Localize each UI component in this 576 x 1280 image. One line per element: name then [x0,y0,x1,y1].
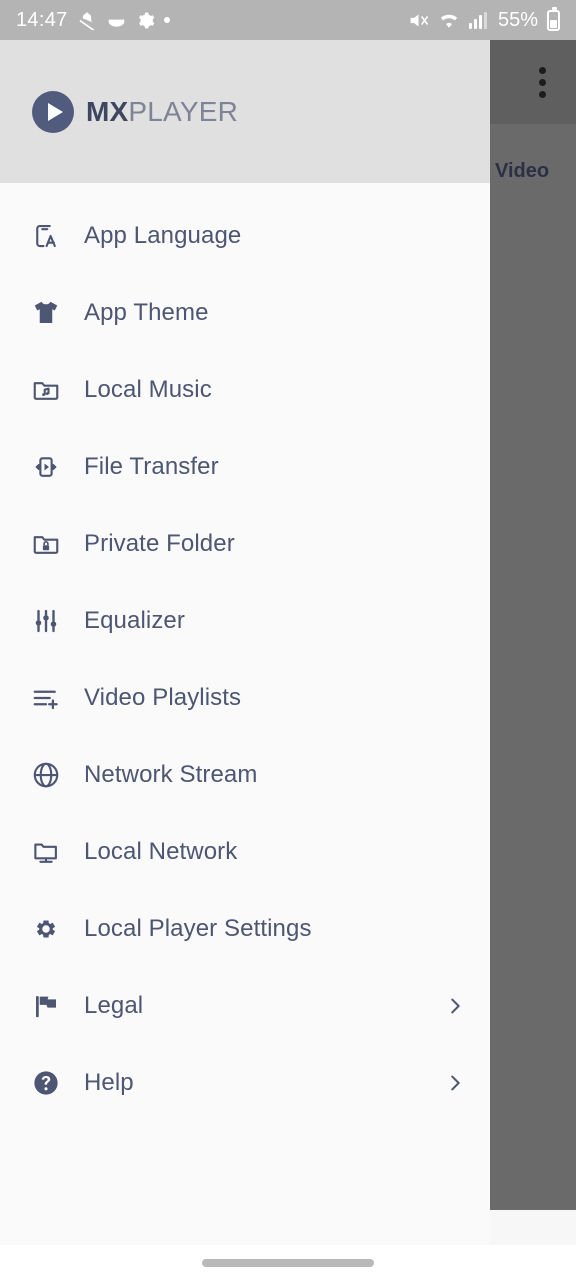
app-logo-text: MXPLAYER [86,96,238,128]
silent-notification-icon [77,10,97,30]
menu-item-local-music[interactable]: Local Music [0,351,490,428]
menu-item-file-transfer[interactable]: File Transfer [0,428,490,505]
menu-item-help[interactable]: Help [0,1044,490,1121]
menu-item-label: Local Player Settings [84,914,312,942]
menu-item-local-player-settings[interactable]: Local Player Settings [0,890,490,967]
home-gesture-pill[interactable] [202,1258,374,1267]
menu-item-label: Video Playlists [84,683,242,711]
file-transfer-icon [20,452,72,482]
menu-item-label: Legal [84,991,144,1019]
menu-item-network-stream[interactable]: Network Stream [0,736,490,813]
drawer-header: MXPLAYER [0,40,490,183]
navigation-drawer: MXPLAYER App Language App Theme Local Mu… [0,40,490,1245]
background-row-label: Video [495,159,550,182]
menu-item-label: Network Stream [84,760,258,788]
globe-icon [20,760,72,790]
mute-icon [408,10,429,31]
battery-percent: 55% [497,8,538,31]
menu-item-local-network[interactable]: Local Network [0,813,490,890]
chevron-right-icon [442,1072,468,1094]
chevron-right-icon [442,995,468,1017]
app-logo: MXPLAYER [32,90,238,133]
dot-icon [163,17,170,23]
menu-item-label: Help [84,1068,134,1096]
menu-item-app-language[interactable]: App Language [0,197,490,274]
equalizer-icon [20,606,72,636]
system-navigation-bar [0,1245,576,1280]
gear-icon [136,11,155,30]
help-circle-icon [20,1068,72,1098]
more-vertical-icon[interactable] [522,66,562,98]
menu-item-legal[interactable]: Legal [0,967,490,1044]
flag-icon [20,991,72,1021]
play-circle-icon [32,90,74,133]
screen: Video 14:47 55% MXPLAYER App Language Ap… [0,0,576,1280]
tshirt-icon [20,298,72,328]
logo-brand-light: PLAYER [128,95,239,127]
menu-item-equalizer[interactable]: Equalizer [0,582,490,659]
menu-item-video-playlists[interactable]: Video Playlists [0,659,490,736]
lock-folder-icon [20,529,72,559]
menu-item-label: Local Network [84,837,238,865]
music-folder-icon [20,375,72,405]
drawer-menu: App Language App Theme Local Music File … [0,183,490,1245]
gear-icon [20,914,72,944]
battery-icon [547,6,560,31]
menu-item-label: Local Music [84,375,212,403]
cloud-icon [106,10,127,31]
menu-item-private-folder[interactable]: Private Folder [0,505,490,582]
menu-item-app-theme[interactable]: App Theme [0,274,490,351]
menu-item-label: App Language [84,221,242,249]
app-language-icon [20,221,72,251]
signal-icon [468,11,487,29]
status-bar: 14:47 55% [0,0,576,40]
monitor-icon [20,837,72,867]
menu-item-label: File Transfer [84,452,219,480]
wifi-icon [438,10,460,30]
menu-item-label: Equalizer [84,606,185,634]
menu-item-label: App Theme [84,298,209,326]
playlist-add-icon [20,683,72,713]
logo-brand-bold: MX [86,95,129,127]
status-clock: 14:47 [16,8,68,31]
menu-item-label: Private Folder [84,529,235,557]
